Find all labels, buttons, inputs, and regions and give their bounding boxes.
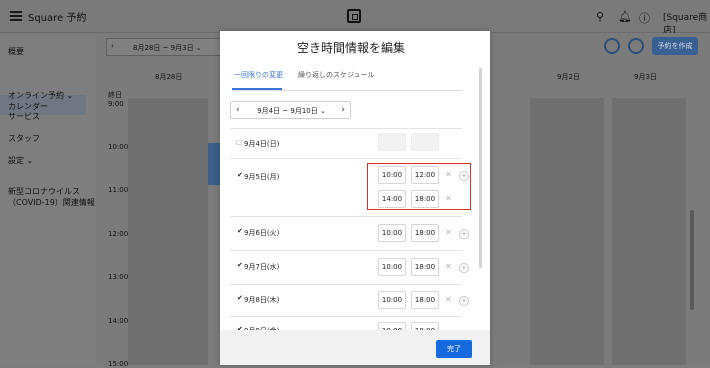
time-start[interactable]: 10:00: [378, 258, 406, 276]
checkbox-empty[interactable]: ☐: [236, 139, 242, 147]
time-start[interactable]: 10:00: [378, 291, 406, 309]
day-label: 9月8日(木): [244, 296, 280, 304]
checkmark-icon[interactable]: ✔: [237, 171, 243, 179]
unavailable-column: [530, 98, 604, 365]
calendar-date-nav[interactable]: ‹ 8月28日 ~ 9月3日 ⌄: [106, 38, 224, 56]
sidebar-item-overview[interactable]: 概要: [8, 46, 24, 57]
calendar-event[interactable]: [208, 143, 220, 185]
week-nav[interactable]: ‹ 9月4日 ~ 9月10日 ⌄ ›: [230, 101, 351, 119]
tab-recurring[interactable]: 繰り返しのスケジュール: [298, 70, 375, 80]
sidebar-item-covid-line2[interactable]: （COVID-19）関連情報: [8, 197, 95, 208]
sidebar-item-services[interactable]: サービス: [8, 111, 40, 122]
modal-title: 空き時間情報を編集: [296, 41, 405, 55]
square-logo-icon: [347, 9, 361, 23]
remove-slot-icon[interactable]: ✕: [445, 295, 452, 304]
tab-divider: [232, 90, 462, 91]
sidebar-item-staff[interactable]: スタッフ: [8, 133, 40, 144]
column-header: 9月3日: [634, 73, 657, 81]
sidebar-item-online-booking[interactable]: オンライン予約 ⌄: [8, 90, 73, 101]
hour-label: 9:00: [108, 100, 124, 108]
day-label: 9月7日(水): [244, 263, 280, 271]
time-end-disabled: [411, 133, 439, 151]
time-end[interactable]: 18:00: [411, 224, 439, 242]
column-header: 9月2日: [557, 73, 580, 81]
column-header: 8月28日: [155, 73, 183, 81]
gear-icon[interactable]: [604, 38, 620, 54]
hour-label: 11:00: [108, 186, 129, 194]
tab-one-time[interactable]: 一回限りの変更: [234, 70, 283, 80]
calendar-date-range[interactable]: 8月28日 ~ 9月3日 ⌄: [133, 43, 202, 53]
row-divider: [230, 284, 462, 285]
add-slot-icon[interactable]: +: [459, 229, 469, 239]
hour-label: 10:00: [108, 143, 129, 151]
row-divider: [230, 316, 462, 317]
row-divider: [230, 216, 462, 217]
day-label: 9月5日(月): [244, 173, 280, 181]
unavailable-column: [128, 98, 208, 365]
checkmark-icon[interactable]: ✔: [237, 227, 243, 235]
modal-scrollbar[interactable]: [479, 68, 482, 268]
remove-slot-icon[interactable]: ✕: [445, 228, 452, 237]
sidebar: 概要 カレンダー オンライン予約 ⌄ サービス スタッフ 設定 ⌄ 新型コロナウ…: [0, 33, 96, 365]
tab-active-indicator: [232, 88, 282, 90]
edit-availability-modal: 空き時間情報を編集 一回限りの変更 繰り返しのスケジュール ‹ 9月4日 ~ 9…: [220, 31, 490, 365]
menu-icon[interactable]: [10, 11, 22, 21]
calendar-scrollbar[interactable]: [690, 210, 694, 310]
done-button[interactable]: 完了: [436, 340, 472, 358]
unavailable-column: [612, 98, 686, 365]
chevron-right-icon[interactable]: ›: [341, 105, 345, 115]
all-day-label: 終日: [108, 91, 122, 99]
add-slot-icon[interactable]: +: [459, 296, 469, 306]
checkmark-icon[interactable]: ✔: [237, 294, 243, 302]
search-icon[interactable]: ⚲: [596, 10, 604, 23]
time-end[interactable]: 18:00: [411, 291, 439, 309]
add-slot-icon[interactable]: +: [459, 263, 469, 273]
row-divider: [230, 128, 462, 129]
hour-label: 14:00: [108, 317, 129, 325]
highlight-box: [367, 163, 471, 210]
hour-label: 15:00: [108, 360, 129, 368]
checkmark-icon[interactable]: ✔: [237, 261, 243, 269]
week-range[interactable]: 9月4日 ~ 9月10日 ⌄: [231, 106, 352, 116]
clock-icon[interactable]: [628, 38, 644, 54]
hour-label: 13:00: [108, 273, 129, 281]
create-booking-button[interactable]: 予約を作成: [652, 37, 698, 55]
time-start-disabled: [378, 133, 406, 151]
remove-slot-icon[interactable]: ✕: [445, 262, 452, 271]
hour-label: 12:00: [108, 230, 129, 238]
row-divider: [230, 250, 462, 251]
sidebar-item-settings[interactable]: 設定 ⌄: [8, 155, 33, 166]
time-start[interactable]: 10:00: [378, 224, 406, 242]
app-title: Square 予約: [28, 13, 87, 24]
chevron-left-icon[interactable]: ‹: [111, 42, 114, 50]
day-label: 9月4日(日): [244, 140, 280, 148]
row-divider: [230, 158, 462, 159]
bell-icon[interactable]: 🔔︎: [618, 10, 632, 23]
time-end[interactable]: 18:00: [411, 258, 439, 276]
help-icon[interactable]: ⓘ: [639, 10, 650, 26]
sidebar-item-covid-line1[interactable]: 新型コロナウイルス: [8, 186, 80, 197]
day-label: 9月6日(火): [244, 229, 280, 237]
